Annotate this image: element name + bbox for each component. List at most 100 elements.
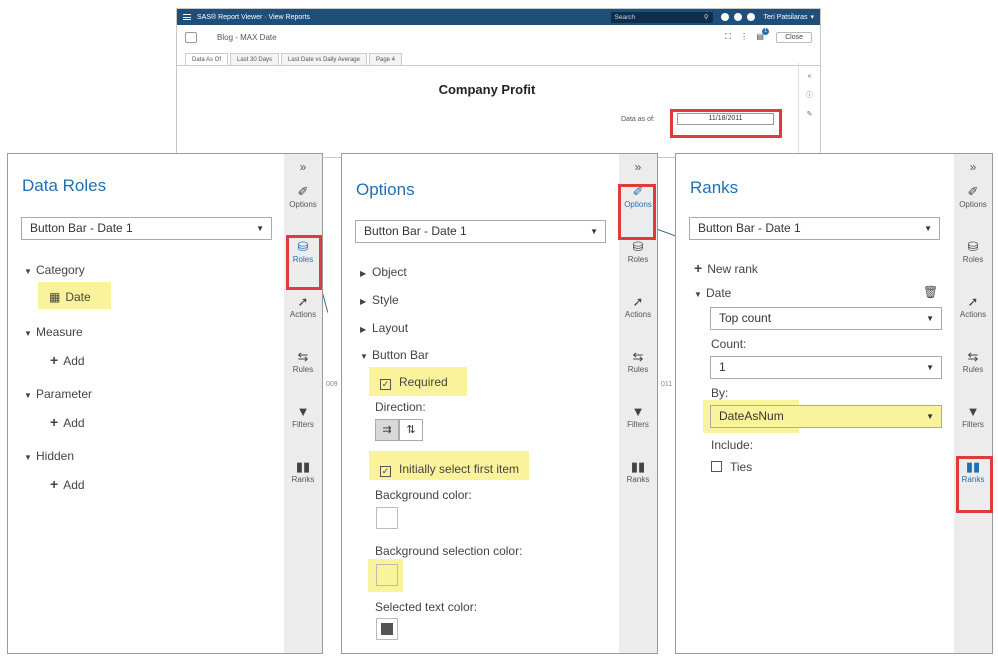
rail-item-actions[interactable]: ➚ Actions: [284, 290, 322, 345]
rail-item-filters[interactable]: ▼ Filters: [284, 400, 322, 455]
rail-item-label: Filters: [627, 420, 649, 429]
rail-item-rules[interactable]: ⇆ Rules: [954, 345, 992, 400]
report-title: Company Profit: [438, 82, 536, 97]
background-color-swatch[interactable]: [376, 507, 398, 529]
report-name: Blog - MAX Date: [217, 32, 277, 42]
rules-icon: ⇆: [632, 349, 644, 364]
new-rank-button[interactable]: + New rank: [694, 260, 758, 276]
horizontal-direction-icon[interactable]: ⇉: [375, 419, 399, 441]
expand-triangle-icon[interactable]: ▼: [24, 453, 36, 462]
object-select[interactable]: Button Bar - Date 1 ▼: [689, 217, 940, 240]
ranks-panel: Ranks Button Bar - Date 1 ▼ + New rank ▼ D…: [675, 153, 993, 654]
tab-data-as-of[interactable]: Data As Of: [185, 53, 229, 65]
section-layout[interactable]: ▶ Layout: [360, 321, 408, 335]
parameter-role[interactable]: ▼ Parameter: [24, 387, 92, 401]
collapse-pane-icon[interactable]: »: [954, 160, 992, 180]
category-item-date[interactable]: ▦ Date: [49, 290, 91, 304]
background-selection-color-label: Background selection color:: [375, 544, 523, 558]
object-select-value: Button Bar - Date 1: [364, 224, 467, 238]
collapse-left-icon[interactable]: «: [799, 73, 820, 80]
help-icon[interactable]: [746, 13, 755, 21]
expand-triangle-icon[interactable]: ▼: [360, 352, 372, 361]
rail-item-actions[interactable]: ➚ Actions: [619, 290, 657, 345]
object-select[interactable]: Button Bar - Date 1 ▼: [21, 217, 272, 240]
collapse-pane-icon[interactable]: »: [619, 160, 657, 180]
background-selection-color-swatch[interactable]: [376, 564, 398, 586]
paintbrush-icon: ✐: [297, 184, 309, 199]
parameter-add-button[interactable]: + Add: [50, 414, 85, 430]
close-button[interactable]: Close: [776, 31, 812, 43]
user-menu-caret-icon[interactable]: ▾: [810, 13, 814, 21]
rail-item-label: Filters: [292, 420, 314, 429]
rail-item-actions[interactable]: ➚ Actions: [954, 290, 992, 345]
rail-item-ranks[interactable]: ▮▮ Ranks: [619, 455, 657, 510]
tab-page-4[interactable]: Page 4: [368, 53, 403, 65]
required-label: Required: [399, 375, 448, 389]
search-icon[interactable]: ⚲: [704, 13, 709, 21]
report-list-icon[interactable]: [185, 31, 197, 43]
section-button-bar[interactable]: ▼ Button Bar: [360, 348, 429, 362]
report-side-strip: « ⓘ ✎: [798, 63, 820, 157]
more-icon[interactable]: ⋮: [740, 33, 748, 41]
checkbox-unchecked-icon[interactable]: [711, 461, 722, 472]
user-name[interactable]: Teri Patsilaras: [764, 14, 808, 21]
expand-triangle-icon[interactable]: ▶: [360, 325, 372, 334]
measure-add-button[interactable]: + Add: [50, 352, 85, 368]
expand-triangle-icon[interactable]: ▼: [24, 329, 36, 338]
rail-item-filters[interactable]: ▼ Filters: [619, 400, 657, 455]
options-body: Options Button Bar - Date 1 ▼ ▶ Object ▶ S…: [342, 154, 619, 653]
rail-item-filters[interactable]: ▼ Filters: [954, 400, 992, 455]
ties-checkbox[interactable]: Ties: [711, 460, 752, 474]
rail-item-roles[interactable]: ⛁ Roles: [954, 235, 992, 290]
rail-item-options[interactable]: ✐ Options: [284, 180, 322, 235]
expand-triangle-icon[interactable]: ▼: [694, 290, 706, 299]
expand-triangle-icon[interactable]: ▼: [24, 267, 36, 276]
collapse-pane-icon[interactable]: »: [284, 160, 322, 180]
measure-role[interactable]: ▼ Measure: [24, 325, 83, 339]
ranks-tab-callout: [956, 456, 993, 513]
hidden-add-button[interactable]: + Add: [50, 476, 85, 492]
hidden-role[interactable]: ▼ Hidden: [24, 449, 74, 463]
add-label: Add: [63, 478, 85, 492]
expand-triangle-icon[interactable]: ▶: [360, 269, 372, 278]
expand-triangle-icon[interactable]: ▼: [24, 391, 36, 400]
hidden-label: Hidden: [36, 449, 75, 463]
initially-select-checkbox[interactable]: ✓ Initially select first item: [380, 462, 519, 477]
selected-text-color-swatch[interactable]: [376, 618, 398, 640]
rail-item-rules[interactable]: ⇆ Rules: [619, 345, 657, 400]
checkbox-checked-icon[interactable]: ✓: [380, 466, 391, 477]
rail-item-roles[interactable]: ⛁ Roles: [619, 235, 657, 290]
fullscreen-icon[interactable]: ⛶: [724, 33, 732, 41]
tab-last-30-days[interactable]: Last 30 Days: [230, 53, 280, 65]
object-select[interactable]: Button Bar - Date 1 ▼: [355, 220, 606, 243]
settings-icon[interactable]: [720, 13, 729, 21]
right-pane-rail: » ✐ Options ⛁ Roles ➚ Actions ⇆ Rules ▼ Filte…: [284, 154, 322, 653]
search-input[interactable]: Search ⚲: [610, 11, 713, 23]
user-icon[interactable]: [733, 13, 742, 21]
notifications-icon[interactable]: ▤ 1: [756, 28, 770, 41]
category-label: Category: [36, 263, 85, 277]
tab-last-date-vs-daily-average[interactable]: Last Date vs Daily Average: [281, 53, 367, 65]
section-object[interactable]: ▶ Object: [360, 265, 407, 279]
rank-item-date[interactable]: ▼ Date: [694, 286, 731, 300]
paintbrush-icon: ✐: [967, 184, 979, 199]
count-select[interactable]: 1 ▼: [710, 356, 942, 379]
checkbox-checked-icon[interactable]: ✓: [380, 379, 391, 390]
expand-triangle-icon[interactable]: ▶: [360, 297, 372, 306]
plus-icon: +: [50, 352, 59, 368]
data-as-of-label: Data as of:: [621, 116, 655, 123]
vertical-direction-icon[interactable]: ⇅: [399, 419, 423, 441]
trash-icon[interactable]: 🗑: [923, 285, 938, 299]
rank-type-select[interactable]: Top count ▼: [710, 307, 942, 330]
info-icon[interactable]: ⓘ: [799, 90, 820, 100]
by-select[interactable]: DateAsNum ▼: [710, 405, 942, 428]
category-role[interactable]: ▼ Category: [24, 263, 85, 277]
comment-icon[interactable]: ✎: [799, 110, 820, 118]
menu-icon[interactable]: [183, 13, 191, 22]
database-icon: ⛁: [632, 239, 644, 254]
rail-item-rules[interactable]: ⇆ Rules: [284, 345, 322, 400]
required-checkbox[interactable]: ✓ Required: [380, 375, 448, 390]
rail-item-options[interactable]: ✐ Options: [954, 180, 992, 235]
section-style[interactable]: ▶ Style: [360, 293, 399, 307]
rail-item-ranks[interactable]: ▮▮ Ranks: [284, 455, 322, 510]
